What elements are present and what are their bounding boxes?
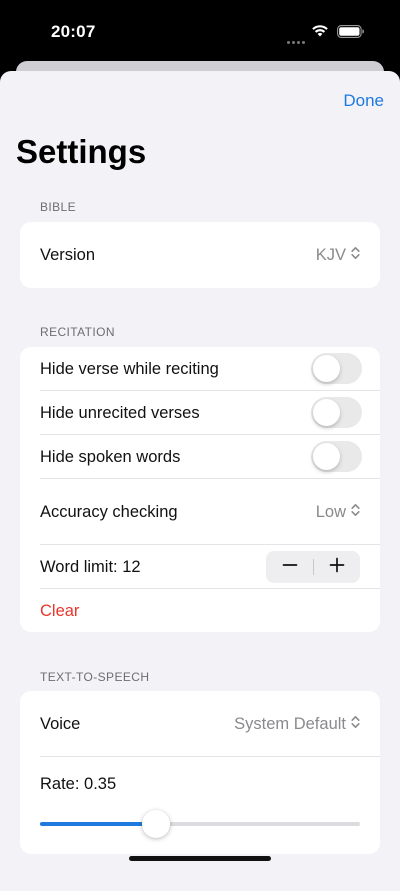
hide-unrecited-label: Hide unrecited verses xyxy=(40,404,200,422)
wifi-icon xyxy=(311,24,329,42)
toggle-knob xyxy=(313,399,340,426)
voice-row[interactable]: Voice System Default xyxy=(20,691,380,757)
version-row[interactable]: Version KJV xyxy=(20,222,380,288)
clear-button[interactable]: Clear xyxy=(40,602,79,621)
status-time: 20:07 xyxy=(51,22,96,41)
divider xyxy=(40,588,380,589)
accuracy-row[interactable]: Accuracy checking Low xyxy=(20,479,380,545)
hide-verse-toggle[interactable] xyxy=(311,353,362,384)
accuracy-value: Low xyxy=(315,503,346,521)
word-limit-label: Word limit: 12 xyxy=(40,558,141,576)
chevron-up-down-icon xyxy=(351,503,360,522)
divider xyxy=(40,756,380,757)
word-limit-row: Word limit: 12 xyxy=(20,545,380,589)
page-title: Settings xyxy=(16,133,147,170)
increment-button[interactable] xyxy=(313,551,360,583)
signal-dots-icon xyxy=(287,31,307,49)
section-header-recitation: RECITATION xyxy=(40,325,115,339)
battery-icon xyxy=(337,25,365,43)
decrement-button[interactable] xyxy=(266,551,313,583)
word-limit-stepper xyxy=(266,551,360,583)
hide-unrecited-row: Hide unrecited verses xyxy=(20,391,380,435)
accuracy-picker[interactable]: Low xyxy=(316,503,360,522)
home-indicator xyxy=(129,856,271,861)
version-picker[interactable]: KJV xyxy=(316,246,360,265)
minus-icon xyxy=(282,557,298,578)
done-button[interactable]: Done xyxy=(343,91,384,111)
toggle-knob xyxy=(313,443,340,470)
hide-unrecited-toggle[interactable] xyxy=(311,397,362,428)
plus-icon xyxy=(329,557,345,578)
version-value: KJV xyxy=(315,246,346,264)
voice-label: Voice xyxy=(40,715,81,733)
rate-label: Rate: 0.35 xyxy=(40,775,117,793)
version-label: Version xyxy=(40,246,96,264)
status-bar: 20:07 xyxy=(0,0,400,62)
section-header-tts: TEXT-TO-SPEECH xyxy=(40,670,150,684)
hide-verse-row: Hide verse while reciting xyxy=(20,347,380,391)
hide-spoken-row: Hide spoken words xyxy=(20,435,380,479)
tts-card: Voice System Default Rate: 0.35 xyxy=(20,691,380,854)
hide-spoken-label: Hide spoken words xyxy=(40,448,181,466)
hide-spoken-toggle[interactable] xyxy=(311,441,362,472)
recitation-card: Hide verse while reciting Hide unrecited… xyxy=(20,347,380,632)
accuracy-label: Accuracy checking xyxy=(40,503,178,521)
toggle-knob xyxy=(313,355,340,382)
bible-card: Version KJV xyxy=(20,222,380,288)
rate-slider[interactable] xyxy=(40,809,360,839)
section-header-bible: BIBLE xyxy=(40,200,77,214)
voice-value: System Default xyxy=(234,715,346,733)
voice-picker[interactable]: System Default xyxy=(234,715,360,734)
slider-fill xyxy=(40,822,157,826)
slider-thumb[interactable] xyxy=(142,810,171,838)
chevron-up-down-icon xyxy=(351,715,360,734)
hide-verse-label: Hide verse while reciting xyxy=(40,360,219,378)
chevron-up-down-icon xyxy=(351,246,360,265)
